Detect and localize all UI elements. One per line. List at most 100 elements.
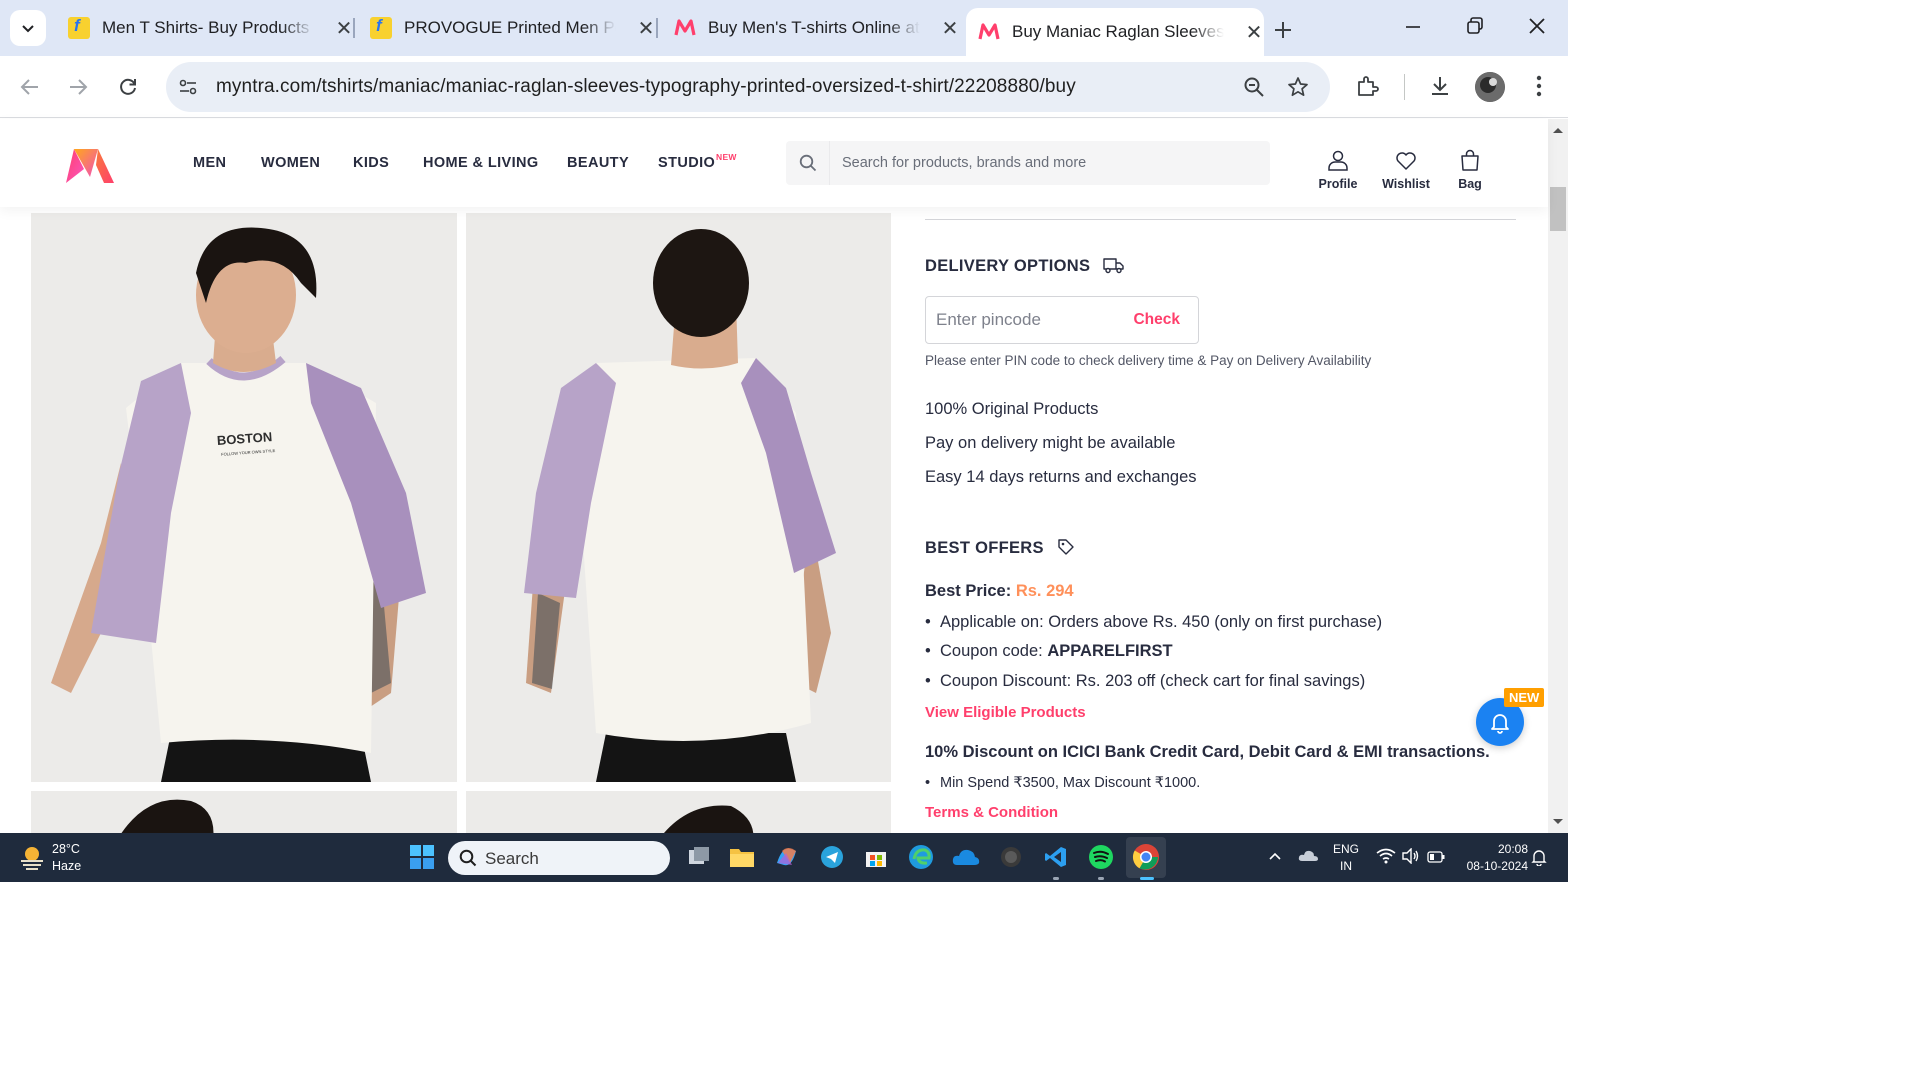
best-price-value: Rs. 294 xyxy=(1015,582,1074,600)
browser-tab-strip: Men T Shirts- Buy Products Online ✕ PROV… xyxy=(0,0,1568,56)
scroll-up-arrow-icon[interactable] xyxy=(1548,123,1568,137)
weather-widget[interactable] xyxy=(18,843,46,876)
close-icon[interactable]: ✕ xyxy=(940,16,960,41)
plus-icon xyxy=(1275,22,1291,38)
reload-button[interactable] xyxy=(113,72,143,102)
volume-icon[interactable] xyxy=(1402,847,1420,869)
offer-item-text: Coupon Discount: Rs. 203 off (check cart… xyxy=(940,672,1366,690)
address-bar[interactable]: myntra.com/tshirts/maniac/maniac-raglan-… xyxy=(166,62,1330,112)
browser-tab-4-active[interactable]: Buy Maniac Raglan Sleeves Typography ✕ xyxy=(966,8,1264,56)
telegram-icon[interactable] xyxy=(818,843,846,871)
bank-offer-item: • Min Spend ₹3500, Max Discount ₹1000. xyxy=(925,775,1201,791)
bag-button[interactable]: Bag xyxy=(1440,147,1500,191)
edge-icon[interactable] xyxy=(907,843,935,871)
nav-men[interactable]: MEN xyxy=(193,155,226,171)
wishlist-button[interactable]: Wishlist xyxy=(1376,147,1436,191)
menu-kebab-icon[interactable] xyxy=(1525,72,1553,100)
view-eligible-products-link[interactable]: View Eligible Products xyxy=(925,704,1086,721)
extensions-icon[interactable] xyxy=(1353,72,1381,100)
product-image-3[interactable] xyxy=(31,791,457,833)
tshirt-front-illustration: BOSTON FOLLOW YOUR OWN STYLE xyxy=(31,213,457,782)
microsoft-store-icon[interactable] xyxy=(862,843,890,871)
zoom-icon[interactable] xyxy=(1240,73,1268,101)
restore-button[interactable] xyxy=(1466,12,1484,48)
offer-item: • Coupon Discount: Rs. 203 off (check car… xyxy=(925,672,1366,690)
profile-button[interactable]: Profile xyxy=(1308,147,1368,191)
minimize-button[interactable] xyxy=(1404,12,1422,48)
spotify-icon[interactable] xyxy=(1087,843,1115,871)
onedrive-icon[interactable] xyxy=(952,843,980,871)
file-explorer-icon[interactable] xyxy=(728,843,756,871)
cloud-sync-icon[interactable] xyxy=(1298,847,1320,870)
clock-time[interactable]: 20:08 xyxy=(1458,841,1528,857)
language-region[interactable]: IN xyxy=(1340,858,1352,874)
terms-condition-link[interactable]: Terms & Condition xyxy=(925,804,1058,821)
wifi-icon[interactable] xyxy=(1376,848,1396,869)
nav-women[interactable]: WOMEN xyxy=(261,155,320,171)
tab-separator xyxy=(656,18,658,38)
page-scrollbar[interactable] xyxy=(1548,119,1568,833)
close-window-button[interactable] xyxy=(1528,12,1546,48)
start-button[interactable] xyxy=(410,845,434,874)
coupon-code: APPARELFIRST xyxy=(1047,642,1173,660)
delivery-options-title: DELIVERY OPTIONS xyxy=(925,256,1125,276)
vscode-icon[interactable] xyxy=(1042,843,1070,871)
tab-title: PROVOGUE Printed Men Polo Neck xyxy=(404,18,616,37)
product-image-4[interactable] xyxy=(466,791,891,833)
copilot-icon[interactable] xyxy=(773,843,801,871)
url-text[interactable]: myntra.com/tshirts/maniac/maniac-raglan-… xyxy=(216,76,1076,98)
chevron-down-icon xyxy=(22,25,34,33)
myntra-icon xyxy=(978,23,1000,40)
bookmark-star-icon[interactable] xyxy=(1284,73,1312,101)
scrollbar-thumb[interactable] xyxy=(1550,187,1566,231)
chevron-up-icon[interactable] xyxy=(1268,849,1282,868)
weather-haze-icon xyxy=(21,847,43,870)
forward-button[interactable] xyxy=(63,72,93,102)
product-image-back[interactable] xyxy=(466,213,891,782)
scroll-down-arrow-icon[interactable] xyxy=(1548,815,1568,829)
tab-search-button[interactable] xyxy=(10,10,46,46)
running-indicator xyxy=(1098,877,1104,880)
pincode-input[interactable] xyxy=(936,297,1126,343)
pincode-help-text: Please enter PIN code to check delivery … xyxy=(925,353,1372,368)
bag-icon xyxy=(1461,149,1479,171)
browser-tab-3[interactable]: Buy Men's T-shirts Online at Best ✕ xyxy=(662,8,960,48)
browser-tab-2[interactable]: PROVOGUE Printed Men Polo Neck ✕ xyxy=(358,8,656,48)
back-button[interactable] xyxy=(15,72,45,102)
check-pincode-button[interactable]: Check xyxy=(1133,311,1180,329)
downloads-icon[interactable] xyxy=(1426,72,1454,100)
close-icon[interactable]: ✕ xyxy=(1244,20,1264,45)
bag-label: Bag xyxy=(1458,177,1482,191)
browser-tab-1[interactable]: Men T Shirts- Buy Products Online ✕ xyxy=(56,8,354,48)
taskbar-search-label: Search xyxy=(485,849,539,868)
close-icon[interactable]: ✕ xyxy=(334,16,354,41)
search-icon[interactable] xyxy=(786,141,830,185)
site-info-icon[interactable] xyxy=(174,73,202,101)
taskbar-search[interactable]: Search xyxy=(448,841,670,875)
bell-icon xyxy=(1491,714,1509,734)
notification-center-icon[interactable] xyxy=(1531,848,1547,871)
assurance-pay-on-delivery: Pay on delivery might be available xyxy=(925,434,1176,452)
delivery-options-label: DELIVERY OPTIONS xyxy=(925,257,1091,275)
clock-date[interactable]: 08-10-2024 xyxy=(1458,858,1528,874)
language-code[interactable]: ENG xyxy=(1333,841,1359,857)
best-offers-title: BEST OFFERS xyxy=(925,538,1075,558)
toolbar-divider xyxy=(1404,74,1405,100)
profile-avatar[interactable] xyxy=(1475,72,1505,102)
new-tab-button[interactable] xyxy=(1274,14,1292,46)
nav-kids[interactable]: KIDS xyxy=(353,155,389,171)
site-search-input[interactable] xyxy=(830,141,1250,185)
nav-home-living[interactable]: HOME & LIVING xyxy=(423,155,539,171)
battery-icon[interactable] xyxy=(1427,850,1445,868)
product-image-front[interactable]: BOSTON FOLLOW YOUR OWN STYLE xyxy=(31,213,457,782)
close-icon xyxy=(1529,18,1545,34)
nav-studio[interactable]: STUDIO xyxy=(658,155,715,171)
search-icon xyxy=(459,849,477,867)
nav-beauty[interactable]: BEAUTY xyxy=(567,155,629,171)
task-view-icon[interactable] xyxy=(685,843,713,871)
myntra-logo[interactable] xyxy=(62,145,118,185)
close-icon[interactable]: ✕ xyxy=(636,16,656,41)
chrome-icon[interactable] xyxy=(1132,843,1160,871)
studio-new-badge: NEW xyxy=(716,152,737,162)
app-icon[interactable] xyxy=(997,843,1025,871)
